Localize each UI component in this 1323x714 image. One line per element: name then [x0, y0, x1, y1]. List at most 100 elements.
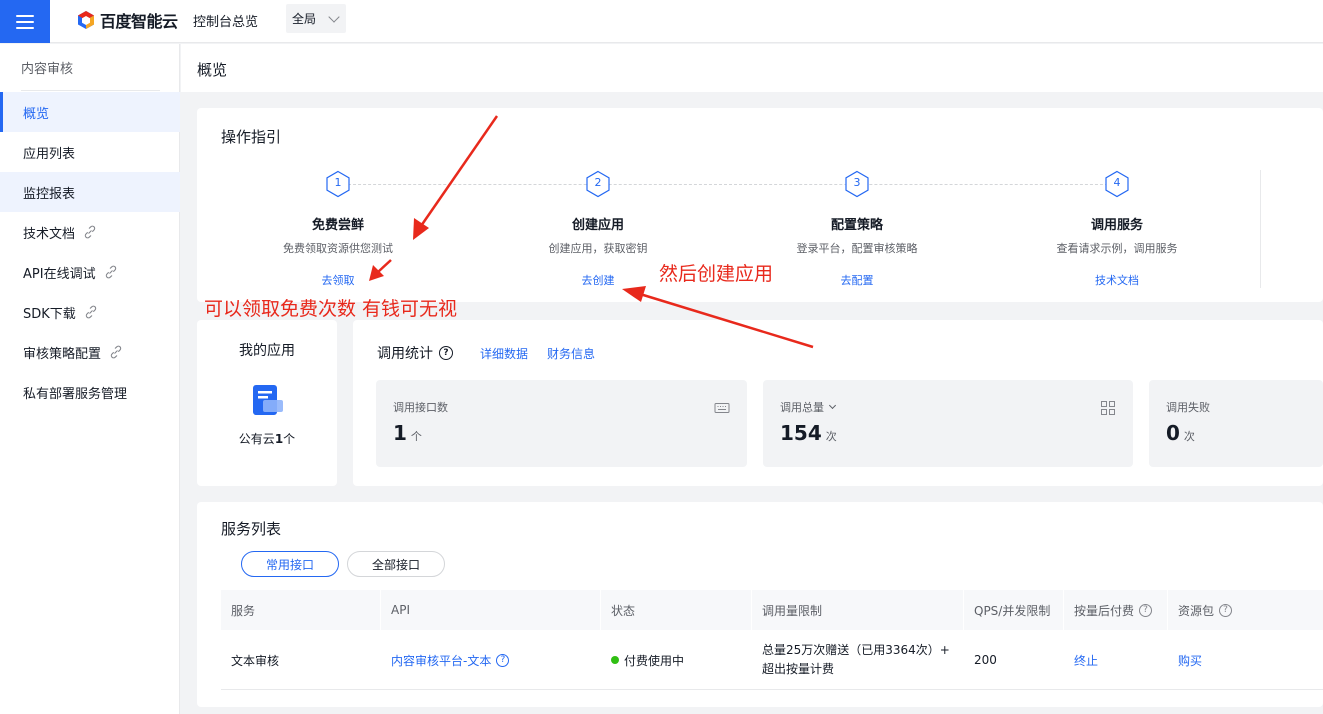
quota-line: 总量25万次赠送（已用3364次）+	[762, 643, 950, 657]
sidebar: 内容审核 概览 应用列表 监控报表 技术文档 API在线调试 SDK下载 审核策…	[0, 44, 180, 714]
annotation-claim-note: 可以领取免费次数 有钱可无视	[204, 298, 458, 320]
step-number: 2	[594, 176, 602, 189]
cell-qps: 200	[974, 653, 997, 667]
column-header: 调用量限制	[752, 590, 964, 630]
chevron-down-icon	[828, 401, 837, 410]
column-header-text: 按量后付费	[1074, 603, 1135, 618]
help-icon[interactable]: ?	[496, 653, 510, 667]
terminate-link[interactable]: 终止	[1064, 630, 1168, 690]
stat-number: 0	[1166, 421, 1180, 445]
chevron-down-icon	[328, 11, 340, 23]
stat-api-count: 调用接口数 1个	[376, 380, 747, 467]
sidebar-item-label: 审核策略配置	[23, 346, 102, 362]
guide-divider	[1260, 170, 1261, 288]
top-bar: 百度智能云 控制台总览 全局	[0, 0, 1323, 43]
sidebar-title: 内容审核	[21, 62, 74, 77]
stat-label: 调用失败	[1166, 401, 1210, 414]
step-number: 1	[334, 176, 342, 189]
sidebar-item-sdk-download[interactable]: SDK下载	[0, 292, 180, 332]
help-icon[interactable]: ?	[1139, 603, 1153, 617]
step-number: 4	[1113, 176, 1121, 189]
stat-value: 1个	[393, 421, 422, 445]
stat-failed-calls: 调用失败 0次	[1149, 380, 1323, 467]
sidebar-item-label: 监控报表	[23, 186, 76, 202]
sidebar-item-policy-config[interactable]: 审核策略配置	[0, 332, 180, 372]
stat-label: 调用接口数	[393, 401, 448, 414]
step-number-hex-icon: 1	[324, 170, 352, 198]
step-title: 免费尝鲜	[311, 218, 364, 233]
step-title: 创建应用	[571, 218, 624, 233]
public-cloud-app-count: 公有云1个	[197, 430, 337, 447]
step-title: 调用服务	[1090, 218, 1143, 233]
claim-link[interactable]: 去领取	[218, 272, 458, 288]
sidebar-item-private-deploy[interactable]: 私有部署服务管理	[0, 372, 180, 412]
external-link-icon	[84, 225, 96, 239]
step-desc: 免费领取资源供您测试	[283, 242, 393, 255]
detail-data-link[interactable]: 详细数据	[480, 345, 528, 362]
tech-docs-link[interactable]: 技术文档	[997, 272, 1237, 288]
table-row: 文本审核 内容审核平台-文本? 付费使用中 总量25万次赠送（已用3364次）+…	[221, 630, 1323, 690]
hamburger-icon	[16, 14, 34, 29]
step-title: 配置策略	[830, 218, 883, 233]
tab-common-apis[interactable]: 常用接口	[241, 551, 339, 577]
console-overview-link[interactable]: 控制台总览	[193, 11, 258, 30]
logo[interactable]: 百度智能云	[76, 8, 178, 32]
cell-api[interactable]: 内容审核平台-文本?	[381, 630, 601, 690]
my-app-card[interactable]: 我的应用 公有云1个	[197, 320, 337, 486]
finance-info-link[interactable]: 财务信息	[547, 345, 595, 362]
service-list-card: 服务列表 常用接口 全部接口 服务 API 状态 调用量限制 QPS/并发限制 …	[197, 502, 1323, 707]
guide-step-4: 4 调用服务 查看请求示例，调用服务 技术文档	[997, 170, 1237, 288]
stat-label-dropdown[interactable]: 调用总量	[780, 399, 837, 415]
stats-title-text: 调用统计	[377, 346, 433, 362]
cell-service: 文本审核	[231, 653, 280, 668]
step-number: 3	[853, 176, 861, 189]
status-text: 付费使用中	[624, 653, 685, 668]
region-select[interactable]: 全局	[286, 4, 346, 33]
sidebar-item-label: 概览	[23, 106, 50, 122]
quota-line: 超出按量计费	[762, 662, 835, 676]
logo-text: 百度智能云	[100, 12, 178, 31]
step-desc: 创建应用，获取密钥	[548, 242, 648, 255]
external-link-icon	[110, 345, 122, 359]
baidu-cloud-logo-icon	[78, 11, 94, 29]
step-number-hex-icon: 3	[843, 170, 871, 198]
sidebar-item-tech-docs[interactable]: 技术文档	[0, 212, 180, 252]
external-link-icon	[85, 305, 96, 319]
column-header: 服务	[221, 590, 381, 630]
stat-label: 调用总量	[780, 401, 824, 414]
cell-quota: 总量25万次赠送（已用3364次）+ 超出按量计费	[752, 630, 964, 690]
column-header: 按量后付费?	[1064, 590, 1168, 630]
guide-step-1: 1 免费尝鲜 免费领取资源供您测试 去领取	[218, 170, 458, 288]
stats-title: 调用统计 ?	[377, 343, 453, 363]
column-header: 状态	[601, 590, 752, 630]
sidebar-item-label: 私有部署服务管理	[23, 386, 128, 402]
region-value: 全局	[292, 12, 317, 26]
stat-number: 1	[393, 421, 407, 445]
sidebar-item-api-debug[interactable]: API在线调试	[0, 252, 180, 292]
column-header-text: 资源包	[1178, 603, 1215, 618]
guide-title: 操作指引	[221, 128, 282, 146]
sidebar-divider	[21, 90, 160, 91]
help-icon[interactable]: ?	[439, 346, 453, 360]
tab-all-apis[interactable]: 全部接口	[347, 551, 445, 577]
sidebar-item-overview[interactable]: 概览	[0, 92, 180, 132]
keyboard-icon	[714, 403, 730, 413]
sidebar-item-monitor-report[interactable]: 监控报表	[0, 172, 180, 212]
sidebar-item-app-list[interactable]: 应用列表	[0, 132, 180, 172]
sidebar-item-label: 应用列表	[23, 146, 76, 162]
buy-package-link[interactable]: 购买	[1168, 630, 1323, 690]
menu-button[interactable]	[0, 0, 50, 43]
call-stats-card: 调用统计 ? 详细数据 财务信息 调用接口数 1个 调用总量 154 次 调用失败…	[353, 320, 1323, 486]
cell-status: 付费使用中	[601, 630, 752, 690]
api-link[interactable]: 内容审核平台-文本	[391, 652, 491, 669]
stat-number: 154	[780, 421, 822, 445]
stat-unit: 次	[1183, 430, 1195, 443]
sidebar-item-label: SDK下载	[23, 306, 76, 322]
page-title: 概览	[197, 61, 228, 79]
external-link-icon	[105, 265, 116, 279]
stat-value: 154 次	[780, 421, 837, 445]
step-number-hex-icon: 4	[1103, 170, 1131, 198]
help-icon[interactable]: ?	[1219, 603, 1233, 617]
app-icon	[253, 385, 283, 415]
column-header: API	[381, 590, 601, 630]
